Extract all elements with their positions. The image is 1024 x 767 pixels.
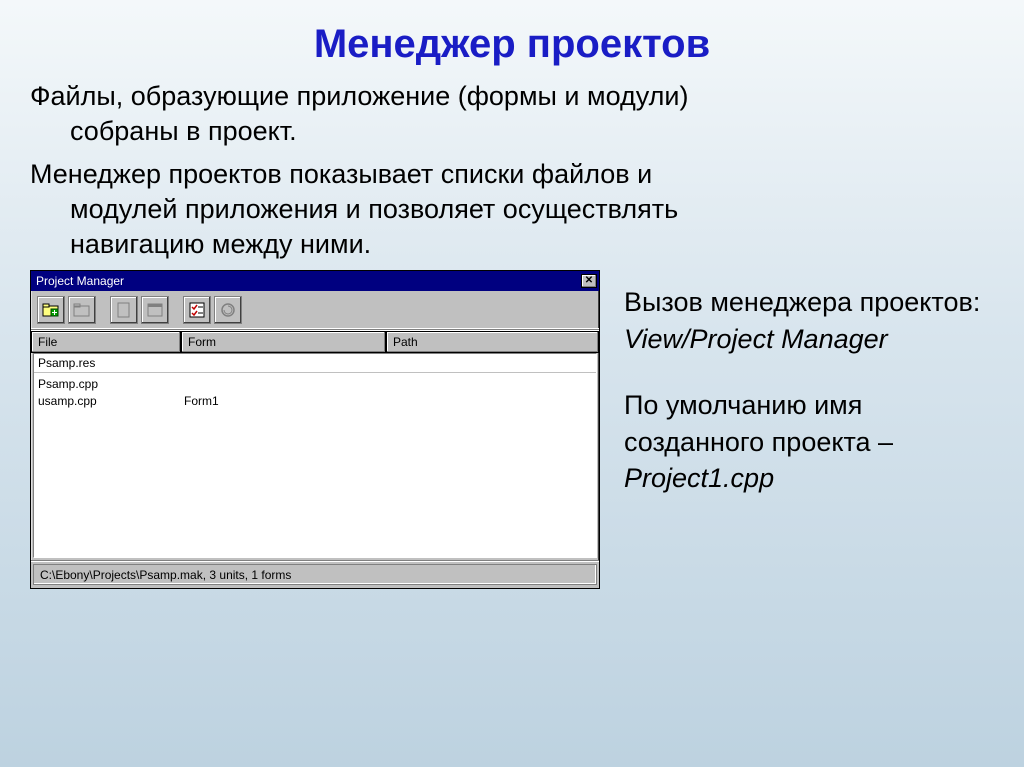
p1-l2: собраны в проект.	[30, 114, 994, 149]
folder-plus-icon	[42, 301, 60, 319]
view-unit-button[interactable]	[110, 296, 138, 324]
call-menu: View/Project Manager	[624, 324, 888, 354]
toolbar	[31, 291, 599, 330]
column-headers: File Form Path	[31, 330, 599, 353]
project-manager-window: Project Manager ✕	[30, 270, 600, 589]
page-icon	[115, 301, 133, 319]
options-button[interactable]	[183, 296, 211, 324]
checklist-icon	[188, 301, 206, 319]
call-label: Вызов менеджера проектов:	[624, 284, 994, 320]
remove-unit-button[interactable]	[68, 296, 96, 324]
status-text: C:\Ebony\Projects\Psamp.mak, 3 units, 1 …	[33, 564, 597, 585]
p2-l3: навигацию между ними.	[30, 227, 994, 262]
window-titlebar[interactable]: Project Manager ✕	[31, 271, 599, 291]
p2-l2: модулей приложения и позволяет осуществл…	[30, 192, 994, 227]
table-row[interactable]: Psamp.cpp	[34, 375, 596, 392]
refresh-icon	[219, 301, 237, 319]
paragraph-1: Файлы, образующие приложение (формы и мо…	[30, 79, 994, 149]
file-list[interactable]: Psamp.res Psamp.cpp usamp.cpp Form1	[33, 353, 597, 558]
cell-file: Psamp.cpp	[34, 377, 182, 391]
folder-minus-icon	[73, 301, 91, 319]
p1-l1: Файлы, образующие приложение (формы и мо…	[30, 81, 688, 111]
cell-form: Form1	[182, 394, 387, 408]
window-title: Project Manager	[36, 274, 124, 288]
column-form[interactable]: Form	[181, 331, 386, 353]
default-l1: По умолчанию имя	[624, 387, 994, 423]
table-row[interactable]: Psamp.res	[34, 354, 596, 371]
default-l2: созданного проекта –	[624, 424, 994, 460]
column-path[interactable]: Path	[386, 331, 599, 353]
row-divider	[34, 372, 596, 373]
form-icon	[146, 301, 164, 319]
p2-l1: Менеджер проектов показывает списки файл…	[30, 159, 652, 189]
statusbar: C:\Ebony\Projects\Psamp.mak, 3 units, 1 …	[31, 560, 599, 588]
close-icon[interactable]: ✕	[581, 274, 597, 288]
table-row[interactable]: usamp.cpp Form1	[34, 392, 596, 409]
update-button[interactable]	[214, 296, 242, 324]
default-name: Project1.cpp	[624, 463, 774, 493]
add-unit-button[interactable]	[37, 296, 65, 324]
slide: Менеджер проектов Файлы, образующие прил…	[0, 0, 1024, 767]
column-file[interactable]: File	[31, 331, 181, 353]
slide-title: Менеджер проектов	[30, 22, 994, 67]
side-text: Вызов менеджера проектов: View/Project M…	[624, 270, 994, 496]
content-row: Project Manager ✕	[30, 270, 994, 589]
view-form-button[interactable]	[141, 296, 169, 324]
cell-file: usamp.cpp	[34, 394, 182, 408]
paragraph-2: Менеджер проектов показывает списки файл…	[30, 157, 994, 262]
cell-file: Psamp.res	[34, 356, 182, 370]
